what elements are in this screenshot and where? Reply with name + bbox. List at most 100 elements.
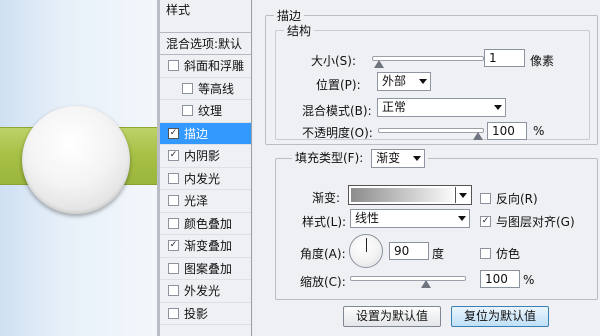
opacity-unit: % bbox=[533, 124, 545, 138]
style-item-label: 外发光 bbox=[184, 284, 221, 299]
style-item[interactable]: 图案叠加 bbox=[160, 258, 251, 280]
style-item[interactable]: 光泽 bbox=[160, 190, 251, 213]
check-icon: ✓ bbox=[169, 127, 178, 138]
fill-type-value: 渐变 bbox=[376, 151, 401, 165]
style-item-label: 投影 bbox=[184, 306, 209, 321]
style-item[interactable]: 颜色叠加 bbox=[160, 213, 251, 235]
style-label: 样式(L): bbox=[302, 215, 347, 229]
styles-list-header: 样式 bbox=[160, 0, 251, 33]
angle-label: 角度(A): bbox=[300, 247, 346, 261]
style-select[interactable]: 线性 bbox=[350, 209, 470, 228]
size-input[interactable]: 1 bbox=[484, 49, 525, 67]
scale-slider-thumb[interactable] bbox=[420, 280, 431, 288]
size-slider-thumb[interactable] bbox=[374, 60, 384, 68]
chevron-down-icon bbox=[413, 156, 422, 161]
blend-mode-value: 正常 bbox=[382, 100, 407, 114]
gradient-picker[interactable] bbox=[348, 185, 472, 205]
style-item-label: 等高线 bbox=[198, 81, 235, 96]
align-with-layer-checkbox[interactable]: ✓ 与图层对齐(G) bbox=[480, 213, 575, 230]
gradient-dropdown[interactable] bbox=[455, 187, 470, 203]
reverse-check-box[interactable] bbox=[480, 193, 491, 204]
style-item-checkbox[interactable] bbox=[168, 60, 179, 72]
style-item-checkbox[interactable] bbox=[168, 307, 179, 319]
check-icon: ✓ bbox=[169, 240, 178, 251]
style-item[interactable]: ✓ 内阴影 bbox=[160, 145, 251, 168]
style-item[interactable]: 内发光 bbox=[160, 168, 251, 190]
style-item-label: 颜色叠加 bbox=[184, 216, 233, 231]
style-item-checkbox[interactable] bbox=[168, 195, 179, 207]
structure-group-title: 结构 bbox=[287, 24, 312, 38]
style-item[interactable]: 外发光 bbox=[160, 280, 251, 303]
angle-unit: 度 bbox=[432, 247, 445, 261]
make-default-button[interactable]: 设置为默认值 bbox=[343, 306, 441, 327]
style-item-label: 描边 bbox=[184, 126, 209, 141]
check-icon: ✓ bbox=[169, 150, 178, 161]
chevron-down-icon bbox=[458, 216, 466, 221]
gradient-preview[interactable] bbox=[351, 188, 453, 202]
preview-knob bbox=[22, 106, 130, 214]
size-slider[interactable] bbox=[372, 56, 484, 68]
scale-unit: % bbox=[523, 273, 535, 287]
style-item-checkbox[interactable] bbox=[168, 285, 179, 297]
style-item-label: 内发光 bbox=[184, 171, 221, 186]
scale-input[interactable]: 100 bbox=[480, 270, 520, 288]
blend-options-item[interactable]: 混合选项:默认 bbox=[160, 33, 251, 55]
size-unit: 像素 bbox=[530, 54, 555, 68]
style-item-label: 纹理 bbox=[198, 104, 223, 119]
style-item[interactable]: 斜面和浮雕 bbox=[160, 55, 251, 78]
scale-slider[interactable] bbox=[350, 276, 466, 288]
position-label: 位置(P): bbox=[316, 78, 361, 92]
reverse-label: 反向(R) bbox=[496, 192, 538, 206]
scale-label: 缩放(C): bbox=[300, 275, 346, 289]
style-item-label: 光泽 bbox=[184, 194, 209, 209]
style-item-label: 内阴影 bbox=[184, 149, 221, 164]
style-item-checkbox[interactable] bbox=[168, 172, 179, 184]
align-label: 与图层对齐(G) bbox=[496, 215, 575, 229]
style-item-checkbox[interactable]: ✓ bbox=[168, 150, 179, 162]
style-item-checkbox[interactable]: ✓ bbox=[168, 240, 179, 252]
style-item[interactable]: 纹理 bbox=[160, 100, 251, 123]
check-icon: ✓ bbox=[481, 216, 490, 226]
opacity-label: 不透明度(O): bbox=[302, 126, 373, 140]
reset-default-button[interactable]: 复位为默认值 bbox=[451, 306, 549, 327]
opacity-slider[interactable] bbox=[378, 128, 484, 140]
position-select[interactable]: 外部 bbox=[377, 72, 431, 91]
fill-type-label: 填充类型(F): bbox=[295, 151, 364, 165]
canvas-preview bbox=[0, 0, 157, 336]
dither-label: 仿色 bbox=[496, 247, 521, 261]
angle-input[interactable]: 90 bbox=[389, 242, 429, 260]
style-item[interactable]: 投影 bbox=[160, 303, 251, 325]
opacity-input[interactable]: 100 bbox=[487, 122, 527, 140]
stroke-settings-panel: 描边 结构 大小(S): 1 像素 位置(P): 外部 混合模式(B): 正常 … bbox=[253, 0, 600, 336]
style-item[interactable]: ✓ 渐变叠加 bbox=[160, 235, 251, 258]
styles-list: 样式 混合选项:默认 斜面和浮雕等高线纹理 ✓ 描边 ✓ 内阴影内发光光泽颜色叠加 ✓ 渐变… bbox=[160, 0, 252, 336]
chevron-down-icon bbox=[459, 193, 467, 198]
position-value: 外部 bbox=[382, 74, 407, 88]
fill-type-row: 填充类型(F): 渐变 bbox=[292, 149, 428, 168]
style-item-checkbox[interactable] bbox=[182, 82, 193, 94]
style-item-label: 渐变叠加 bbox=[184, 239, 233, 254]
style-item-checkbox[interactable] bbox=[168, 262, 179, 274]
fill-type-select[interactable]: 渐变 bbox=[371, 149, 426, 168]
style-value: 线性 bbox=[355, 211, 380, 225]
chevron-down-icon bbox=[494, 105, 502, 110]
style-item-checkbox[interactable]: ✓ bbox=[168, 127, 179, 139]
size-label: 大小(S): bbox=[311, 54, 357, 68]
style-item-checkbox[interactable] bbox=[182, 105, 193, 117]
dither-check-box[interactable] bbox=[480, 248, 491, 259]
blend-mode-select[interactable]: 正常 bbox=[377, 98, 506, 117]
style-item-label: 图案叠加 bbox=[184, 261, 233, 276]
blend-mode-label: 混合模式(B): bbox=[302, 104, 372, 118]
angle-dial[interactable] bbox=[349, 234, 383, 268]
align-check-box[interactable]: ✓ bbox=[480, 216, 491, 227]
style-item[interactable]: 等高线 bbox=[160, 78, 251, 100]
chevron-down-icon bbox=[419, 79, 427, 84]
style-item-checkbox[interactable] bbox=[168, 217, 179, 229]
styles-header[interactable]: 样式 bbox=[166, 3, 245, 17]
reverse-checkbox[interactable]: 反向(R) bbox=[480, 190, 538, 207]
style-item-label: 斜面和浮雕 bbox=[184, 59, 245, 74]
style-item[interactable]: ✓ 描边 bbox=[160, 122, 251, 145]
dither-checkbox[interactable]: 仿色 bbox=[480, 245, 520, 262]
gradient-label: 渐变: bbox=[312, 191, 341, 205]
opacity-slider-thumb[interactable] bbox=[473, 132, 483, 140]
